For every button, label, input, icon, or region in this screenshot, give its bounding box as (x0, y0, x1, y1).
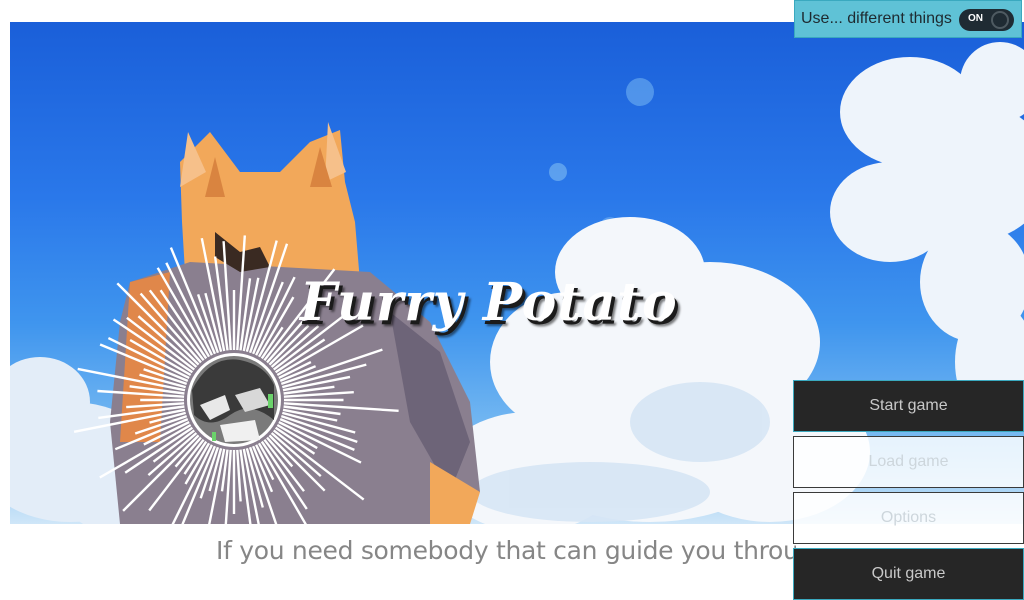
game-title: Furry Potato (300, 272, 678, 333)
visualizer-bar (280, 348, 383, 386)
toggle-label: Use... different things (801, 10, 952, 27)
avatar (190, 356, 278, 444)
visualizer-bar (122, 434, 200, 512)
options-button[interactable]: Options (793, 492, 1024, 544)
toggle-state-label: ON (968, 13, 983, 24)
audio-visualizer (73, 235, 399, 530)
feature-toggle-panel: Use... different things ON (794, 0, 1022, 38)
quit-game-button[interactable]: Quit game (793, 548, 1024, 600)
start-game-button[interactable]: Start game (793, 380, 1024, 432)
load-game-button[interactable]: Load game (793, 436, 1024, 488)
subtitle-text: If you need somebody that can guide you … (216, 536, 796, 565)
game-main-menu: Furry Potato If you need somebody that c… (0, 0, 1024, 600)
toggle-switch[interactable]: ON (959, 9, 1014, 31)
visualizer-bar (116, 282, 200, 366)
visualizer-bar (236, 449, 242, 502)
toggle-knob (991, 11, 1009, 29)
